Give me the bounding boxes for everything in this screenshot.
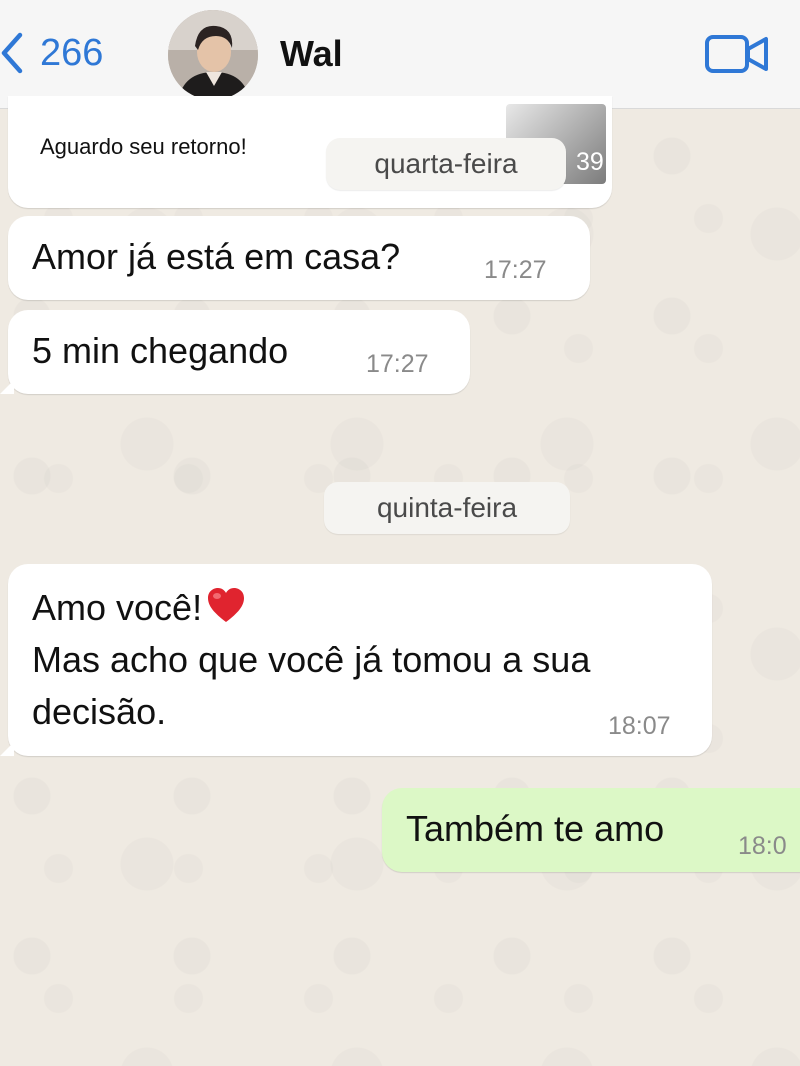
message-bubble-incoming[interactable]: 5 min chegando 17:27 <box>8 310 470 394</box>
message-text: Amor já está em casa? <box>32 236 401 277</box>
video-camera-icon[interactable] <box>704 34 770 74</box>
avatar[interactable] <box>168 10 258 100</box>
message-text: Amo você! Mas acho que você já tomou a s… <box>32 582 590 738</box>
date-separator: quarta-feira <box>326 138 566 190</box>
bubble-tail <box>0 742 14 756</box>
message-text: 5 min chegando <box>32 330 289 371</box>
message-bubble-incoming[interactable]: Amo você! Mas acho que você já tomou a s… <box>8 564 712 756</box>
message-bubble-outgoing[interactable]: Também te amo 18:0 <box>382 788 800 872</box>
chevron-left-icon <box>1 32 23 74</box>
message-text: Também te amo <box>406 808 665 849</box>
message-line: Mas acho que você já tomou a sua <box>32 639 591 680</box>
message-time: 17:27 <box>366 350 429 378</box>
bubble-tail <box>0 380 14 394</box>
message-bubble-incoming[interactable]: Amor já está em casa? 17:27 <box>8 216 590 300</box>
message-time: 18:07 <box>608 712 671 740</box>
message-text: Aguardo seu retorno! <box>40 134 247 159</box>
message-line: Amo você! <box>32 587 203 628</box>
unread-count: 266 <box>40 32 104 74</box>
date-separator: quinta-feira <box>324 482 570 534</box>
chat-header: 266 Wal <box>0 0 800 109</box>
avatar-photo <box>168 10 258 100</box>
message-time: 18:0 <box>738 832 787 860</box>
contact-name[interactable]: Wal <box>280 32 343 76</box>
message-line: decisão. <box>32 691 167 732</box>
message-time: 17:27 <box>484 256 547 284</box>
red-heart-emoji <box>208 588 245 622</box>
message-time: 39 <box>576 148 604 176</box>
